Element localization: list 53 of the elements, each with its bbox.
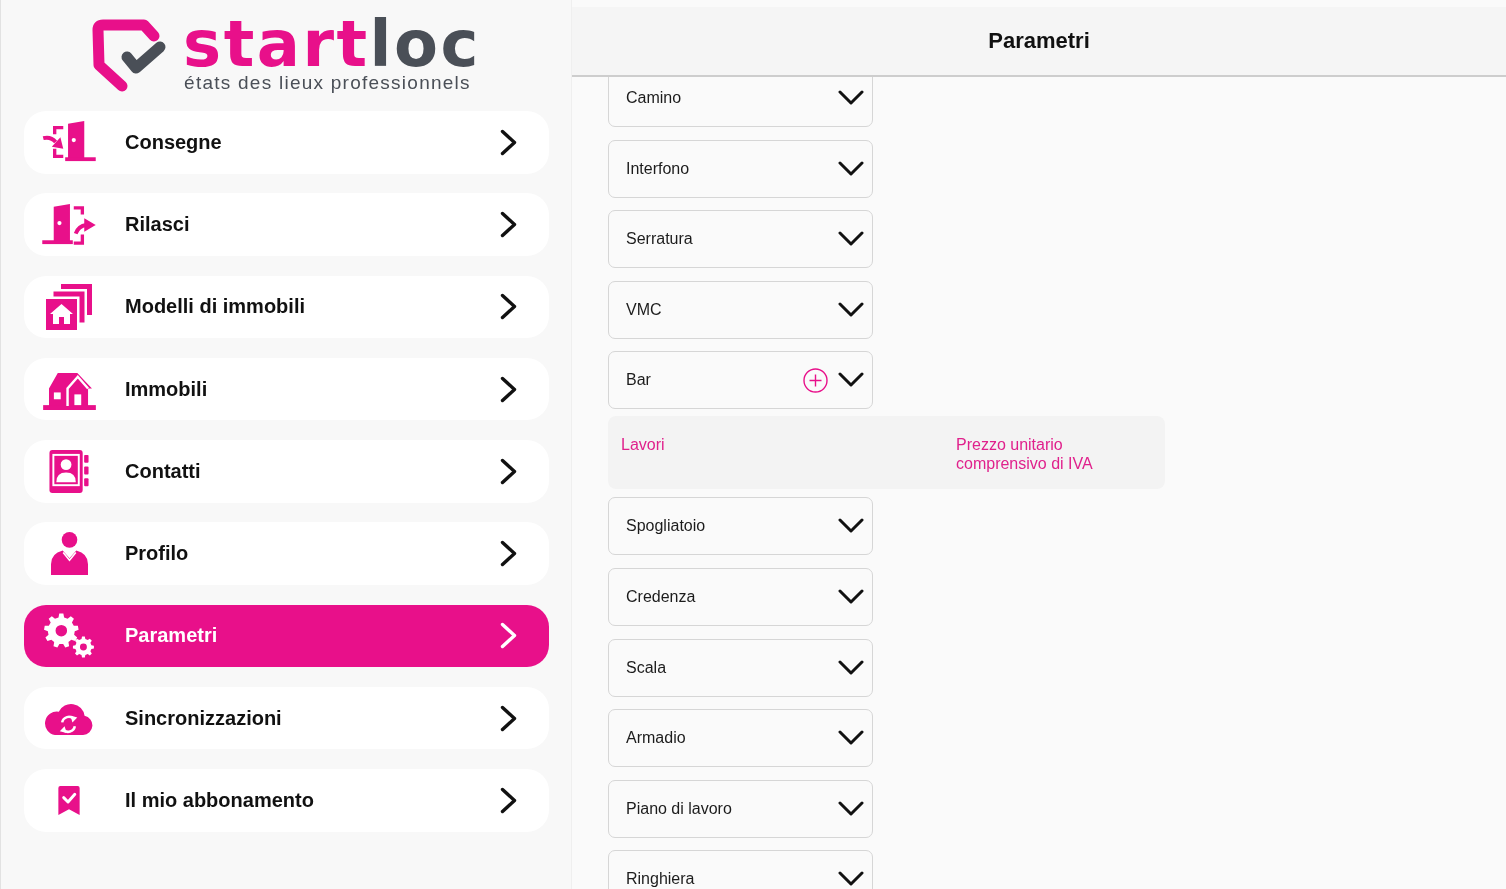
chevron-right-icon bbox=[500, 128, 517, 156]
chevron-down-icon bbox=[838, 160, 864, 177]
house-stack-icon bbox=[46, 283, 92, 330]
chevron-down-icon bbox=[838, 301, 864, 318]
column-heading: Prezzo unitario comprensivo di IVA bbox=[956, 435, 1094, 474]
category-dropdown[interactable]: Bar bbox=[608, 351, 873, 410]
category-dropdown[interactable]: Spogliatoio bbox=[608, 497, 873, 556]
door-arrow-icon bbox=[42, 203, 96, 246]
category-dropdown[interactable]: Scala bbox=[608, 638, 873, 697]
plus-circle-icon[interactable] bbox=[803, 367, 828, 393]
page-title: Parametri bbox=[988, 28, 1090, 54]
category-dropdown[interactable]: Interfono bbox=[608, 139, 873, 198]
person-icon bbox=[50, 532, 88, 575]
category-dropdown[interactable]: Armadio bbox=[608, 709, 873, 768]
category-dropdown[interactable]: Piano di lavoro bbox=[608, 779, 873, 838]
contact-book-icon bbox=[49, 449, 89, 493]
chevron-right-icon bbox=[500, 704, 517, 732]
chevron-right-icon bbox=[500, 375, 517, 403]
brand-tagline: états des lieux professionnels bbox=[184, 71, 472, 94]
menu-item[interactable]: Immobili bbox=[24, 357, 549, 421]
brand-wordmark: startloc bbox=[183, 15, 481, 72]
door-arrow-icon bbox=[42, 121, 96, 164]
chevron-down-icon bbox=[838, 800, 864, 817]
menu-item[interactable]: Consegne bbox=[24, 111, 549, 174]
chevron-right-icon bbox=[500, 786, 517, 814]
menu-item[interactable]: Profilo bbox=[24, 522, 549, 585]
chevron-down-icon bbox=[838, 372, 864, 389]
chevron-down-icon bbox=[838, 518, 864, 535]
menu-item[interactable]: Il mio abbonamento bbox=[24, 769, 549, 832]
chevron-right-icon bbox=[500, 457, 517, 485]
chevron-down-icon bbox=[838, 588, 864, 605]
category-dropdown[interactable]: Serratura bbox=[608, 210, 873, 269]
chevron-right-icon bbox=[500, 540, 517, 567]
chevron-down-icon bbox=[838, 659, 864, 676]
category-dropdown[interactable]: VMC bbox=[608, 280, 873, 339]
menu-item[interactable]: Parametri bbox=[24, 604, 549, 667]
bookmark-check-icon bbox=[58, 785, 80, 815]
gears-icon bbox=[44, 613, 94, 659]
chevron-down-icon bbox=[838, 730, 864, 747]
category-dropdown[interactable]: Ringhiera bbox=[608, 850, 873, 889]
chevron-down-icon bbox=[838, 231, 864, 248]
chevron-down-icon bbox=[838, 90, 864, 106]
menu-item[interactable]: Modelli di immobili bbox=[24, 275, 549, 338]
chevron-right-icon bbox=[500, 622, 517, 650]
category-dropdown[interactable]: Camino bbox=[608, 77, 873, 127]
menu-item[interactable]: Contatti bbox=[24, 440, 549, 503]
chevron-down-icon bbox=[838, 871, 864, 888]
category-dropdown[interactable]: Credenza bbox=[608, 567, 873, 626]
chevron-right-icon bbox=[500, 293, 517, 321]
chevron-right-icon bbox=[500, 211, 517, 238]
menu-item[interactable]: Rilasci bbox=[24, 193, 549, 256]
column-heading: Lavori bbox=[621, 435, 666, 456]
menu-item[interactable]: Sincronizzazioni bbox=[24, 686, 549, 750]
